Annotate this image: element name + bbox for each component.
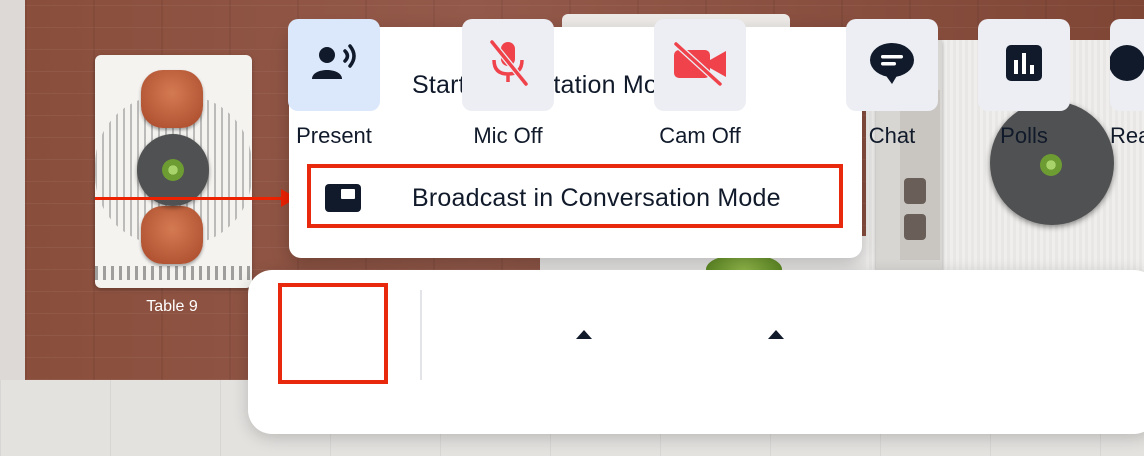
present-speaker-icon xyxy=(309,43,359,88)
menu-item-label: Broadcast in Conversation Mode xyxy=(412,183,781,212)
mic-off-label: Mic Off xyxy=(473,123,543,148)
reactions-label: Rea xyxy=(1110,123,1144,148)
mic-off-button[interactable]: Mic Off xyxy=(462,19,554,149)
bottom-toolbar xyxy=(248,270,1144,434)
reactions-icon xyxy=(1110,43,1144,88)
rug-stripes xyxy=(95,266,252,280)
cam-options-caret-icon[interactable] xyxy=(768,330,784,339)
polls-tile[interactable] xyxy=(978,19,1070,111)
chair-bottom[interactable] xyxy=(141,206,203,264)
cushion xyxy=(904,178,926,204)
polls-label: Polls xyxy=(1000,123,1048,148)
polls-icon xyxy=(1005,44,1043,87)
present-label: Present xyxy=(296,123,372,148)
annotation-arrow-line xyxy=(95,197,283,200)
chat-button[interactable]: Chat xyxy=(846,19,938,149)
chat-tile[interactable] xyxy=(846,19,938,111)
lounge-plant xyxy=(1040,154,1062,176)
cam-tile[interactable] xyxy=(654,19,746,111)
chat-icon xyxy=(868,41,916,90)
camera-off-icon xyxy=(670,40,730,91)
mic-options-caret-icon[interactable] xyxy=(576,330,592,339)
broadcast-window-icon xyxy=(324,181,362,215)
cushion xyxy=(904,214,926,240)
reactions-button[interactable]: Rea xyxy=(1110,19,1144,149)
present-button[interactable]: Present xyxy=(288,19,380,149)
table-label: Table 9 xyxy=(146,298,198,315)
table-plant xyxy=(162,159,184,181)
cam-off-button[interactable]: Cam Off xyxy=(654,19,746,149)
polls-button[interactable]: Polls xyxy=(978,19,1070,149)
cam-off-label: Cam Off xyxy=(659,123,741,148)
mic-off-icon xyxy=(486,38,530,93)
chair-top[interactable] xyxy=(141,70,203,128)
menu-item-broadcast-conversation[interactable]: Broadcast in Conversation Mode xyxy=(289,158,862,238)
toolbar-divider xyxy=(420,290,422,380)
present-tile[interactable] xyxy=(288,19,380,111)
reactions-tile[interactable] xyxy=(1110,19,1144,111)
chat-label: Chat xyxy=(868,123,916,148)
mic-tile[interactable] xyxy=(462,19,554,111)
